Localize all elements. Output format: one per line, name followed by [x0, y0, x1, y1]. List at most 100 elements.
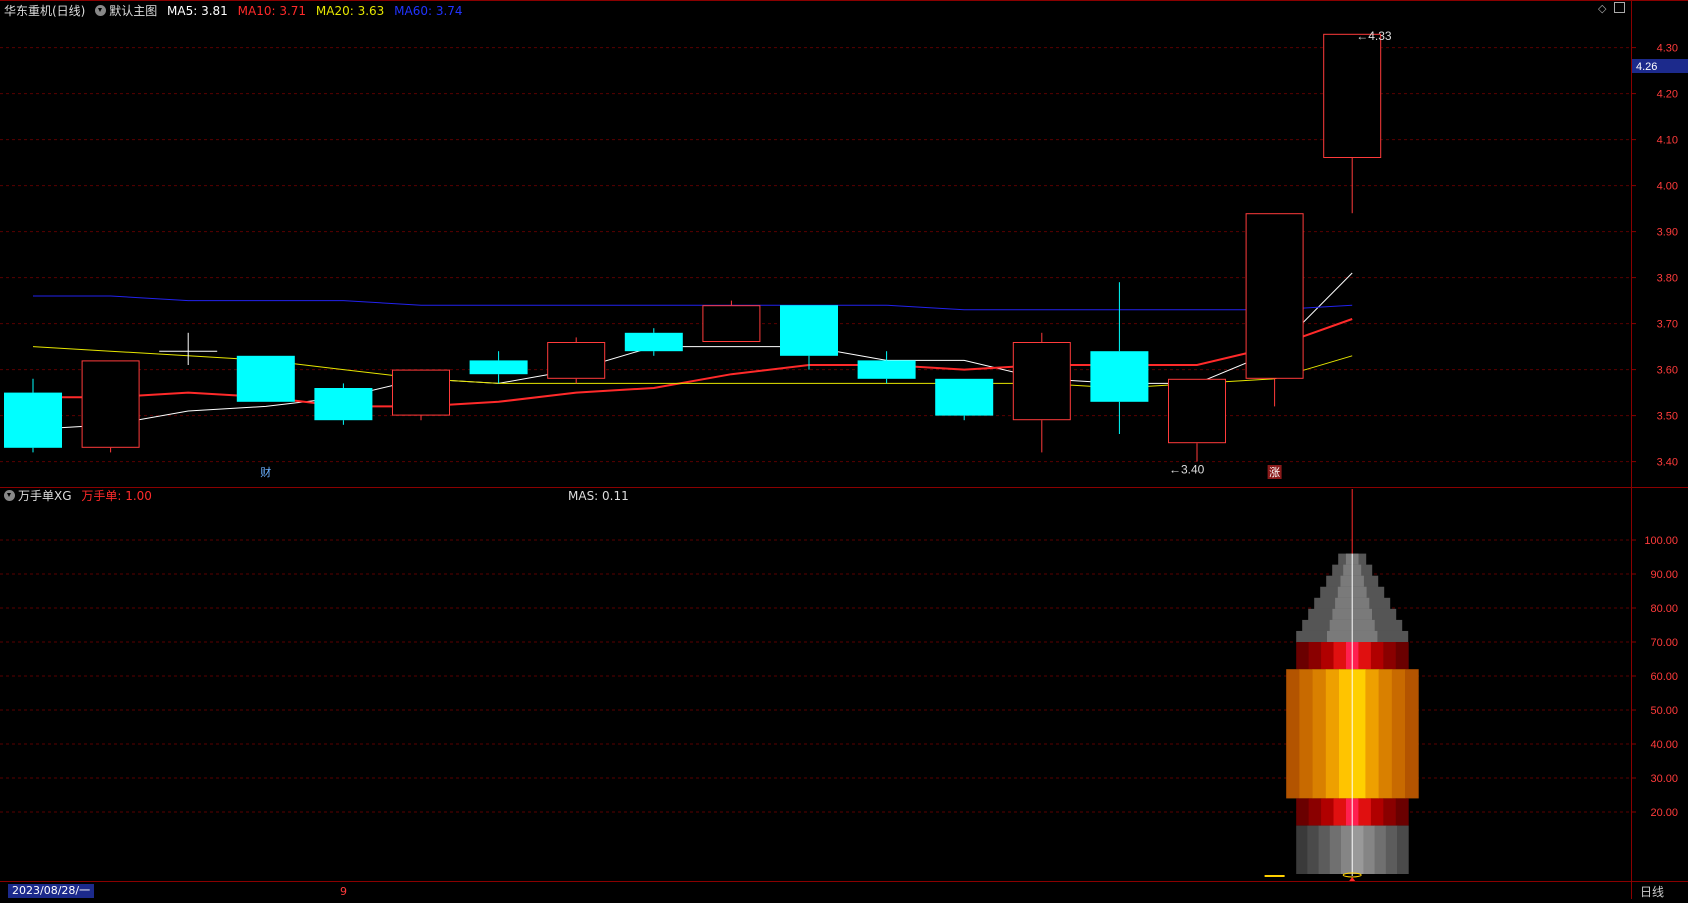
rocket-red-band — [1296, 642, 1310, 670]
candle-body — [1323, 33, 1382, 158]
sub-tick-label: 90.00 — [1650, 569, 1678, 581]
rocket-red-band — [1358, 798, 1372, 826]
stock-chart[interactable]: 4.30 4.20 4.10 4.00 3.90 3.80 3.70 3.60 3.50 3.40… — [0, 0, 1688, 899]
candle-body — [780, 305, 838, 356]
candle-body — [935, 378, 994, 416]
candle-body — [4, 392, 62, 448]
rocket-tail — [1318, 825, 1331, 874]
price-tick-label: 3.50 — [1657, 411, 1678, 423]
sub-tick-label: 20.00 — [1650, 807, 1678, 819]
dropdown-icon[interactable] — [4, 490, 15, 501]
candle-body — [1245, 213, 1304, 379]
rocket-red-band — [1333, 798, 1347, 826]
indicator-name: 万手单XG — [18, 489, 72, 503]
rocket-tail — [1352, 825, 1364, 874]
main-legend: 华东重机(日线) 默认主图 MA5: 3.81 MA10: 3.71 MA20:… — [4, 3, 469, 19]
candle-body — [469, 360, 528, 375]
rocket-tail — [1374, 825, 1387, 874]
price-tick-label: 3.80 — [1657, 273, 1678, 285]
sub-tick-label: 100.00 — [1644, 535, 1678, 547]
low-price-annotation: ←3.40 — [1169, 463, 1205, 477]
rocket-red-band — [1321, 798, 1335, 826]
candle-body — [81, 360, 140, 448]
stock-name[interactable]: 华东重机(日线) — [4, 4, 85, 18]
candle-body — [1090, 351, 1149, 402]
candle-body — [702, 305, 761, 343]
rocket-red-band — [1370, 642, 1384, 670]
rocket-gold-body — [1405, 669, 1419, 799]
candle-body — [1168, 378, 1226, 444]
rocket-tail — [1397, 825, 1409, 874]
template-name: 默认主图 — [109, 4, 158, 18]
current-price-label: 4.26 — [1636, 61, 1657, 73]
month-marker: 9 — [340, 885, 347, 898]
event-marker: 财 — [260, 465, 271, 479]
rocket-red-band — [1383, 798, 1397, 826]
rocket-red-band — [1321, 642, 1335, 670]
sub-tick-label: 30.00 — [1650, 773, 1678, 785]
rocket-red-band — [1383, 642, 1397, 670]
price-tick-label: 4.20 — [1657, 89, 1678, 101]
signal-marker-icon — [1349, 877, 1356, 881]
indicator-value: 万手单: 1.00 — [81, 489, 152, 503]
ma20-label: MA20: 3.63 — [315, 4, 385, 18]
candle-body — [547, 342, 606, 379]
rocket-gold-body — [1325, 669, 1340, 799]
candle-body — [857, 360, 916, 379]
indicator-selector[interactable]: 万手单XG — [4, 489, 72, 503]
rocket-tail — [1307, 825, 1320, 874]
rocket-gold-body — [1286, 669, 1300, 799]
dropdown-icon[interactable] — [95, 5, 107, 16]
candle-body — [236, 355, 295, 402]
ma-line-ma60 — [33, 295, 1353, 311]
rocket-red-band — [1308, 642, 1322, 670]
mas-label: MAS: 0.11 — [568, 489, 629, 503]
rocket-tail — [1296, 825, 1308, 874]
ma-line-ma10 — [33, 318, 1353, 408]
rocket-tail — [1385, 825, 1398, 874]
price-tick-label: 3.40 — [1657, 457, 1678, 469]
rocket-gold-body — [1339, 669, 1353, 799]
rocket-gold-body — [1352, 669, 1366, 799]
diamond-icon[interactable]: ◇ — [1598, 2, 1606, 15]
candle-body — [392, 369, 450, 416]
rocket-tail — [1363, 825, 1376, 874]
sub-tick-label: 70.00 — [1650, 637, 1678, 649]
rocket-red-band — [1358, 642, 1372, 670]
rocket-gold-body — [1378, 669, 1393, 799]
price-tick-label: 3.90 — [1657, 227, 1678, 239]
price-tick-label: 4.30 — [1657, 43, 1678, 55]
candle-body — [314, 388, 373, 421]
chart-canvas[interactable]: 4.30 4.20 4.10 4.00 3.90 3.80 3.70 3.60 3.50 3.40… — [0, 0, 1688, 899]
rocket-red-band — [1308, 798, 1322, 826]
sub-tick-label: 40.00 — [1650, 739, 1678, 751]
period-tab[interactable]: 日线 — [1640, 883, 1664, 900]
ma10-label: MA10: 3.71 — [237, 4, 307, 18]
price-tick-label: 4.00 — [1657, 181, 1678, 193]
event-marker: 涨 — [1269, 466, 1280, 479]
rocket-gold-body — [1391, 669, 1406, 799]
date-label: 2023/08/28/一 — [8, 884, 95, 898]
sub-legend: 万手单XG 万手单: 1.00 — [4, 488, 158, 504]
sub-tick-label: 80.00 — [1650, 603, 1678, 615]
ma60-label: MA60: 3.74 — [394, 4, 463, 18]
rocket-red-band — [1370, 798, 1384, 826]
template-selector[interactable]: 默认主图 — [95, 4, 157, 18]
rocket-gold-body — [1312, 669, 1327, 799]
rocket-tail — [1329, 825, 1342, 874]
rocket-red-band — [1395, 798, 1409, 826]
rocket-gold-body — [1365, 669, 1380, 799]
rocket-tail — [1341, 825, 1353, 874]
rocket-red-band — [1296, 798, 1310, 826]
rocket-gold-body — [1299, 669, 1314, 799]
candle-body — [1012, 342, 1071, 421]
candle-body — [624, 332, 683, 352]
ma5-label: MA5: 3.81 — [167, 4, 228, 18]
sub-tick-label: 60.00 — [1650, 671, 1678, 683]
price-tick-label: 3.60 — [1657, 365, 1678, 377]
window-icon[interactable] — [1614, 2, 1625, 13]
rocket-red-band — [1395, 642, 1409, 670]
price-tick-label: 3.70 — [1657, 319, 1678, 331]
ma-line-ma5 — [32, 272, 1353, 430]
sub-tick-label: 50.00 — [1650, 705, 1678, 717]
